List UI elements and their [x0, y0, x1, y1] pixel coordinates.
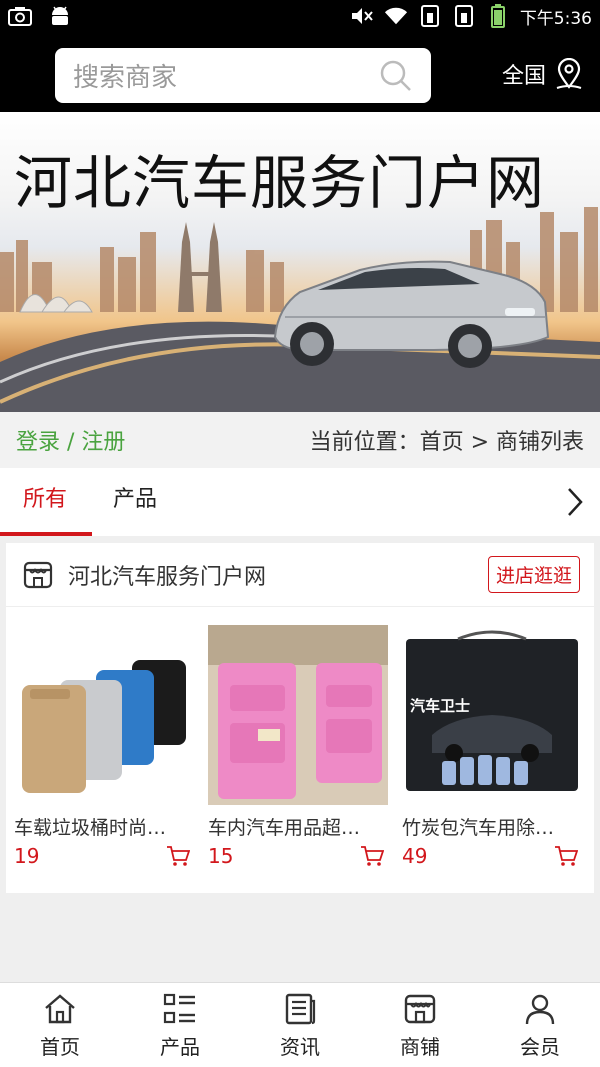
mute-icon [350, 5, 374, 27]
product-price: 15 [208, 844, 234, 868]
battery-icon [486, 4, 510, 28]
grid-list-icon [163, 993, 195, 1024]
tabs-next-button[interactable] [550, 468, 600, 536]
product-card[interactable]: 车内汽车用品超… 15 [208, 625, 388, 868]
visit-shop-button[interactable]: 进店逛逛 [487, 556, 580, 593]
nav-products[interactable]: 产品 [120, 983, 240, 1067]
nav-stores-label: 商铺 [400, 1035, 440, 1059]
breadcrumb-bar: 登录 / 注册 当前位置：首页 > 商铺列表 [0, 412, 600, 468]
news-icon [285, 993, 316, 1025]
store-icon [404, 994, 436, 1024]
user-icon [525, 994, 555, 1025]
product-image[interactable] [14, 625, 194, 805]
shop-card: 河北汽车服务门户网 进店逛逛 车载垃圾桶时尚… 19 车内汽车用品超… 15 汽… [6, 543, 594, 893]
product-name: 车载垃圾桶时尚… [14, 817, 167, 839]
search-header: 搜索商家 全国 [0, 32, 600, 112]
wifi-icon [384, 5, 408, 27]
tab-products[interactable]: 产品 [90, 468, 180, 536]
tab-all[interactable]: 所有 [0, 468, 92, 536]
sim2-icon [452, 5, 476, 27]
region-label: 全国 [501, 64, 546, 89]
nav-member[interactable]: 会员 [480, 983, 600, 1067]
product-card[interactable]: 汽车卫士 竹炭包汽车用除… 49 [402, 625, 582, 868]
login-register-link[interactable]: 登录 / 注册 [16, 424, 125, 456]
region-selector[interactable]: 全国 [502, 58, 584, 90]
shop-name[interactable]: 河北汽车服务门户网 [68, 559, 488, 591]
cart-icon[interactable] [360, 845, 384, 867]
product-image[interactable]: 汽车卫士 [402, 625, 582, 805]
search-icon[interactable] [379, 59, 413, 93]
nav-stores[interactable]: 商铺 [360, 983, 480, 1067]
nav-news[interactable]: 资讯 [240, 983, 360, 1067]
cart-icon[interactable] [166, 845, 190, 867]
location-pin-icon [556, 58, 582, 89]
product-card[interactable]: 车载垃圾桶时尚… 19 [14, 625, 194, 868]
nav-home-label: 首页 [40, 1035, 80, 1059]
status-bar: 下午5:36 [0, 0, 600, 32]
home-icon [45, 994, 75, 1024]
bottom-nav: 首页 产品 资讯 商铺 会员 [0, 982, 600, 1067]
product-price: 49 [402, 844, 428, 868]
nav-home[interactable]: 首页 [0, 983, 120, 1067]
product-price: 19 [14, 844, 40, 868]
search-input[interactable]: 搜索商家 [55, 48, 431, 103]
product-list: 车载垃圾桶时尚… 19 车内汽车用品超… 15 汽车卫士 竹炭包汽车用除… 49 [6, 607, 594, 868]
camera-icon [8, 5, 32, 27]
product-box-label: 汽车卫士 [410, 697, 471, 715]
hero-banner[interactable]: 河北汽车服务门户网 [0, 112, 600, 412]
store-icon [23, 561, 53, 588]
nav-member-label: 会员 [520, 1035, 560, 1059]
category-tabs: 所有 产品 [0, 468, 600, 536]
status-time: 下午5:36 [519, 8, 592, 29]
product-name: 竹炭包汽车用除… [402, 817, 555, 839]
breadcrumb: 当前位置：首页 > 商铺列表 [309, 430, 584, 455]
nav-products-label: 产品 [160, 1035, 200, 1059]
shop-header: 河北汽车服务门户网 进店逛逛 [6, 543, 594, 607]
banner-title: 河北汽车服务门户网 [14, 149, 546, 217]
android-icon [48, 5, 72, 27]
chevron-right-icon [568, 488, 583, 516]
product-image[interactable] [208, 625, 388, 805]
sim1-icon [418, 5, 442, 27]
search-placeholder: 搜索商家 [73, 63, 178, 93]
cart-icon[interactable] [554, 845, 578, 867]
product-name: 车内汽车用品超… [208, 817, 361, 839]
nav-news-label: 资讯 [280, 1035, 320, 1059]
